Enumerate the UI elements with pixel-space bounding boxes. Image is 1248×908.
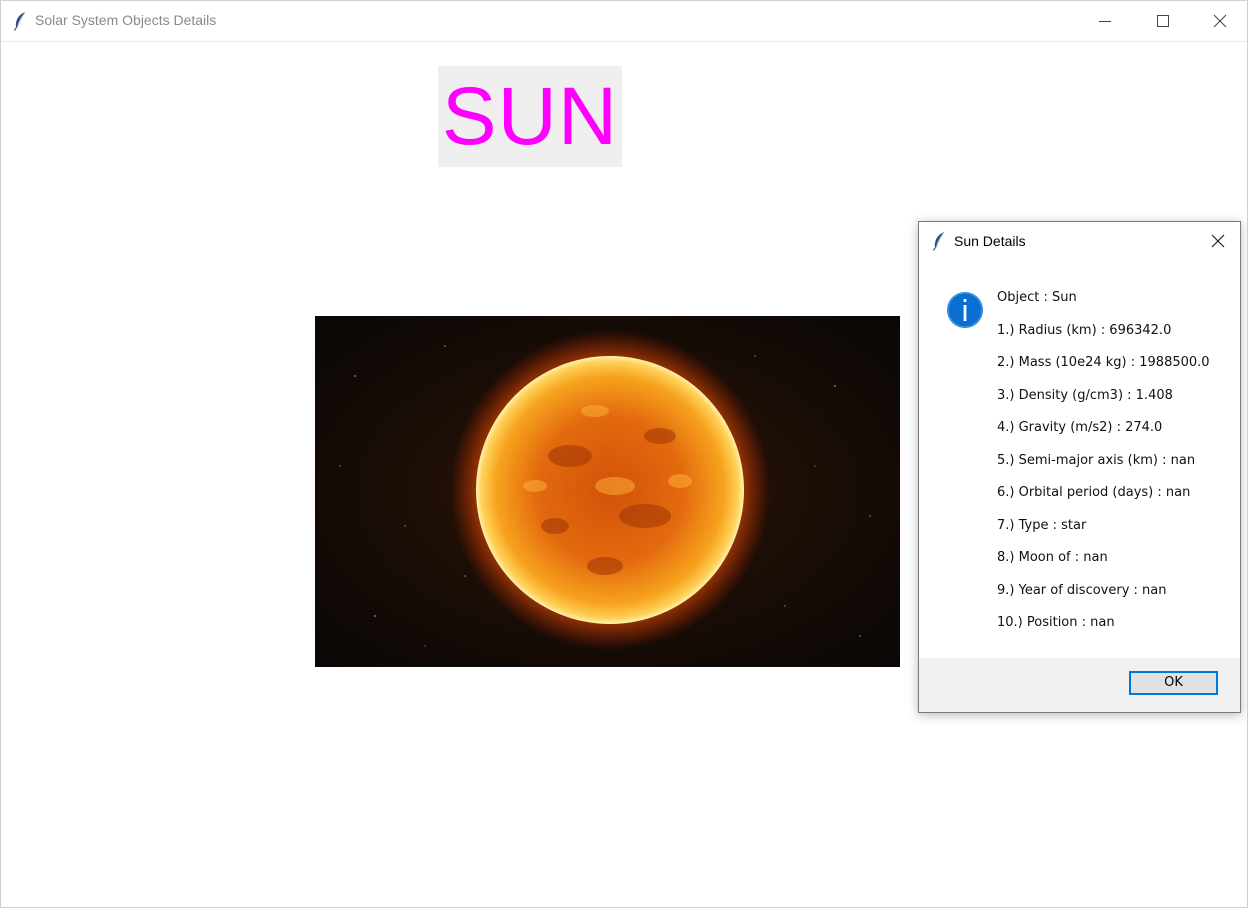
info-icon — [947, 292, 983, 328]
dialog-footer: OK — [919, 658, 1240, 712]
detail-orbital-period: 6.) Orbital period (days) : nan — [997, 485, 1191, 500]
detail-semi-major-axis: 5.) Semi-major axis (km) : nan — [997, 452, 1196, 468]
detail-object: Object : Sun — [997, 290, 1077, 305]
details-dialog: Sun Details Object : Sun 1.) Radius (km)… — [918, 221, 1241, 713]
close-icon — [1211, 234, 1225, 248]
detail-position: 10.) Position : nan — [997, 615, 1115, 630]
detail-gravity: 4.) Gravity (m/s2) : 274.0 — [997, 420, 1163, 435]
minimize-icon — [1099, 21, 1111, 22]
detail-moon-of: 8.) Moon of : nan — [997, 550, 1108, 565]
detail-density: 3.) Density (g/cm3) : 1.408 — [997, 387, 1173, 403]
detail-radius: 1.) Radius (km) : 696342.0 — [997, 322, 1172, 338]
sun-image — [315, 316, 900, 667]
dialog-close-button[interactable] — [1196, 222, 1240, 260]
main-window: Solar System Objects Details SUN Sun Det… — [0, 0, 1248, 908]
close-button[interactable] — [1191, 1, 1247, 41]
ok-button[interactable]: OK — [1129, 671, 1218, 695]
detail-mass: 2.) Mass (10e24 kg) : 1988500.0 — [997, 355, 1210, 370]
minimize-button[interactable] — [1076, 1, 1134, 41]
close-icon — [1213, 14, 1227, 28]
feather-icon — [932, 231, 946, 255]
maximize-button[interactable] — [1134, 1, 1192, 41]
detail-type: 7.) Type : star — [997, 517, 1087, 533]
object-heading: SUN — [438, 66, 622, 167]
detail-year-of-discovery: 9.) Year of discovery : nan — [997, 582, 1167, 598]
dialog-title: Sun Details — [954, 233, 1026, 249]
maximize-icon — [1157, 15, 1169, 27]
details-list: Object : Sun 1.) Radius (km) : 696342.0 … — [997, 288, 1210, 646]
window-title: Solar System Objects Details — [35, 12, 217, 28]
title-bar[interactable]: Solar System Objects Details — [1, 1, 1247, 42]
feather-icon — [13, 11, 27, 35]
